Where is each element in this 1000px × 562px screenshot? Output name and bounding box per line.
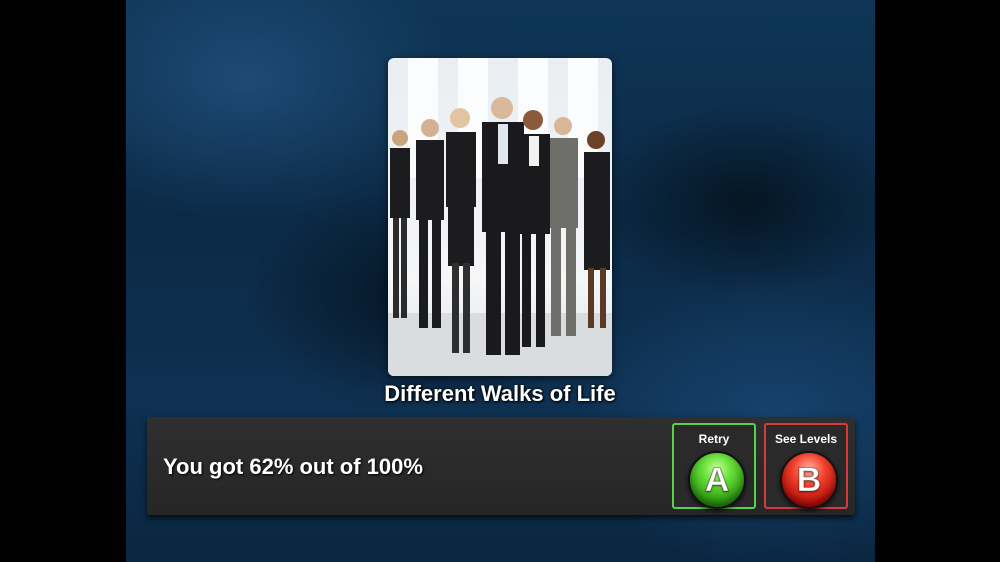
retry-button[interactable]: Retry A xyxy=(672,423,756,509)
b-button-icon: B xyxy=(780,451,838,509)
see-levels-button[interactable]: See Levels B xyxy=(764,423,848,509)
level-caption: Different Walks of Life xyxy=(384,381,616,406)
level-photo xyxy=(388,58,612,376)
score-text: You got 62% out of 100% xyxy=(163,454,423,479)
retry-label: Retry xyxy=(698,432,730,446)
game-screen: Different Walks of Life You got 62% out … xyxy=(126,0,875,562)
a-button-icon: A xyxy=(688,451,746,509)
result-panel: You got 62% out of 100% Retry A See Leve… xyxy=(147,417,855,515)
see-levels-label: See Levels xyxy=(774,432,838,446)
